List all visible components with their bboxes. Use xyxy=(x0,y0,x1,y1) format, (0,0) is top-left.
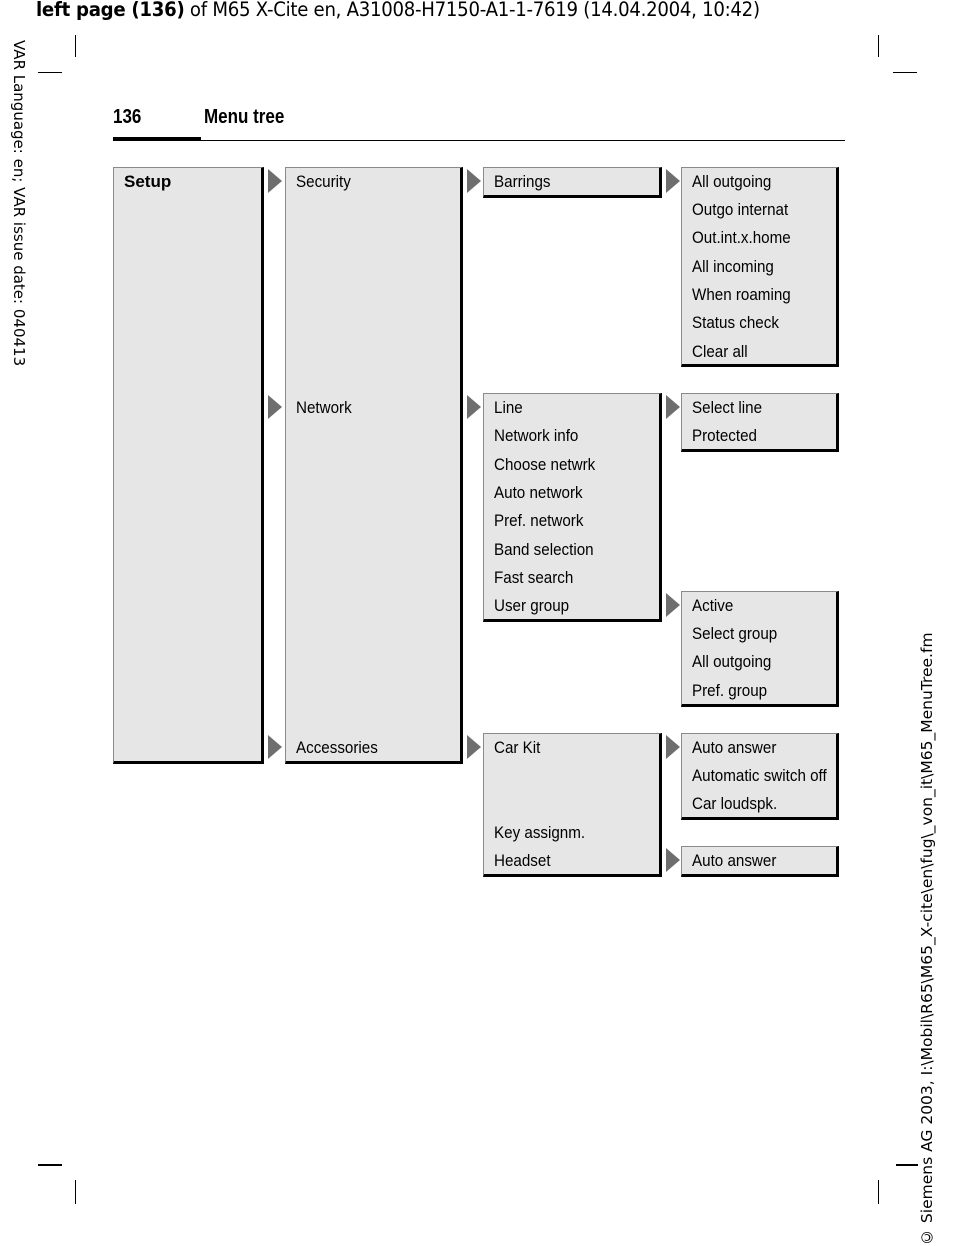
menu-item-headset[interactable]: Headset xyxy=(494,851,551,871)
crop-mark xyxy=(75,35,76,57)
triangle-right-icon xyxy=(467,169,481,193)
triangle-right-icon xyxy=(467,395,481,419)
menu-item-network[interactable]: Network xyxy=(296,398,352,418)
menu-item-band-selection[interactable]: Band selection xyxy=(494,540,594,560)
menu-item-group-all-outgoing[interactable]: All outgoing xyxy=(692,652,771,672)
menu-item-choose-network[interactable]: Choose netwrk xyxy=(494,455,595,475)
triangle-right-icon xyxy=(268,395,282,419)
menu-item-clear-all[interactable]: Clear all xyxy=(692,342,748,362)
menu-box-barrings: All outgoing Outgo internat Out.int.x.ho… xyxy=(681,167,839,367)
menu-item-all-outgoing[interactable]: All outgoing xyxy=(692,172,771,192)
crop-mark xyxy=(878,1180,879,1204)
menu-item-auto-network[interactable]: Auto network xyxy=(494,483,583,503)
header-rule xyxy=(201,140,845,141)
slug-page-label: left page (136) xyxy=(36,0,185,21)
menu-box-security: Barrings xyxy=(483,167,662,198)
menu-item-protected[interactable]: Protected xyxy=(692,426,757,446)
triangle-right-icon xyxy=(666,735,680,759)
menu-box-setup: Setup xyxy=(113,167,264,764)
menu-box-accessories: Car Kit Key assignm. Headset xyxy=(483,733,662,877)
menu-item-when-roaming[interactable]: When roaming xyxy=(692,285,791,305)
menu-item-security[interactable]: Security xyxy=(296,172,351,192)
crop-mark xyxy=(38,1164,62,1166)
triangle-right-icon xyxy=(666,395,680,419)
crop-mark xyxy=(896,1164,918,1166)
menu-item-pref-network[interactable]: Pref. network xyxy=(494,511,583,531)
menu-item-barrings[interactable]: Barrings xyxy=(494,172,551,192)
triangle-right-icon xyxy=(666,169,680,193)
menu-item-automatic-switch-off[interactable]: Automatic switch off xyxy=(692,766,827,786)
menu-box-headset: Auto answer xyxy=(681,846,839,877)
margin-var-info: VAR Language: en; VAR issue date: 040413 xyxy=(10,40,28,367)
menu-item-key-assignment[interactable]: Key assignm. xyxy=(494,823,585,843)
menu-item-network-info[interactable]: Network info xyxy=(494,426,578,446)
document-slug: left page (136) of M65 X-Cite en, A31008… xyxy=(36,0,760,21)
header-rule-thick xyxy=(113,137,201,141)
menu-item-user-group[interactable]: User group xyxy=(494,596,569,616)
menu-item-out-int-x-home[interactable]: Out.int.x.home xyxy=(692,228,791,248)
triangle-right-icon xyxy=(268,735,282,759)
triangle-right-icon xyxy=(666,593,680,617)
slug-details: of M65 X-Cite en, A31008-H7150-A1-1-7619… xyxy=(184,0,760,21)
menu-item-status-check[interactable]: Status check xyxy=(692,313,779,333)
page-title: Menu tree xyxy=(204,106,285,128)
menu-item-headset-auto-answer[interactable]: Auto answer xyxy=(692,851,776,871)
menu-item-select-line[interactable]: Select line xyxy=(692,398,762,418)
menu-item-all-incoming[interactable]: All incoming xyxy=(692,257,774,277)
menu-item-pref-group[interactable]: Pref. group xyxy=(692,681,767,701)
triangle-right-icon xyxy=(467,735,481,759)
menu-box-user-group: Active Select group All outgoing Pref. g… xyxy=(681,591,839,707)
menu-item-accessories[interactable]: Accessories xyxy=(296,738,378,758)
crop-mark xyxy=(38,72,62,73)
crop-mark xyxy=(75,1180,76,1204)
triangle-right-icon xyxy=(268,169,282,193)
page-number: 136 xyxy=(113,106,142,128)
menu-item-fast-search[interactable]: Fast search xyxy=(494,568,573,588)
menu-item-outgo-internat[interactable]: Outgo internat xyxy=(692,200,788,220)
menu-item-car-loudspeaker[interactable]: Car loudspk. xyxy=(692,794,777,814)
menu-box-car-kit: Auto answer Automatic switch off Car lou… xyxy=(681,733,839,820)
margin-copyright-path: © Siemens AG 2003, I:\Mobil\R65\M65_X-ci… xyxy=(918,632,936,1246)
menu-item-car-kit[interactable]: Car Kit xyxy=(494,738,540,758)
triangle-right-icon xyxy=(666,848,680,872)
menu-item-select-group[interactable]: Select group xyxy=(692,624,777,644)
menu-box-setup-submenu: Security Network Accessories xyxy=(285,167,463,764)
menu-box-network: Line Network info Choose netwrk Auto net… xyxy=(483,393,662,622)
menu-item-active[interactable]: Active xyxy=(692,596,733,616)
menu-item-setup[interactable]: Setup xyxy=(124,172,171,192)
menu-box-line: Select line Protected xyxy=(681,393,839,452)
crop-mark xyxy=(878,35,879,57)
menu-item-line[interactable]: Line xyxy=(494,398,523,418)
crop-mark xyxy=(893,72,917,73)
menu-item-car-auto-answer[interactable]: Auto answer xyxy=(692,738,776,758)
